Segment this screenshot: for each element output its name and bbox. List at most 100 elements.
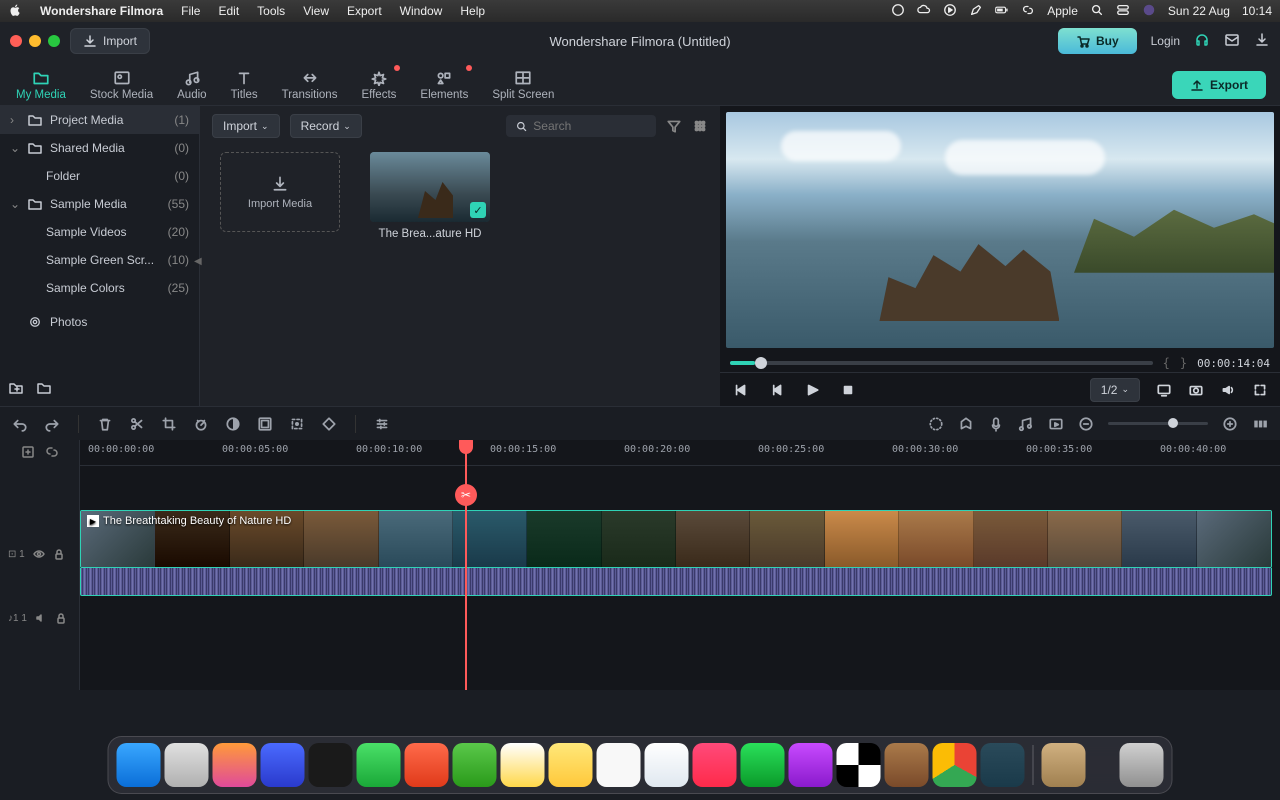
snapshot-icon[interactable] (1188, 382, 1204, 398)
tab-split-screen[interactable]: Split Screen (490, 66, 556, 105)
menu-file[interactable]: File (181, 4, 200, 18)
link-icon[interactable] (1021, 3, 1035, 20)
login-link[interactable]: Login (1151, 34, 1180, 48)
timeline-audio-clip[interactable] (80, 568, 1272, 596)
menu-tools[interactable]: Tools (257, 4, 285, 18)
eye-icon[interactable] (33, 548, 45, 560)
add-track-icon[interactable] (21, 445, 35, 462)
sidebar-item-shared-media[interactable]: ⌄Shared Media(0) (0, 134, 199, 162)
sidebar-item-sample-media[interactable]: ⌄Sample Media(55) (0, 190, 199, 218)
dock-app-libreoffice[interactable] (597, 743, 641, 787)
preview-viewport[interactable] (726, 112, 1274, 348)
menubar-time[interactable]: 10:14 (1242, 4, 1272, 18)
menu-window[interactable]: Window (400, 4, 443, 18)
control-center-icon[interactable] (1116, 3, 1130, 20)
dock-app-launchpad[interactable] (165, 743, 209, 787)
dock-app-app3[interactable] (885, 743, 929, 787)
volume-icon[interactable] (1220, 382, 1236, 398)
tab-audio[interactable]: Audio (175, 66, 208, 105)
step-back-icon[interactable] (768, 382, 784, 398)
tab-titles[interactable]: Titles (229, 66, 260, 105)
buy-button[interactable]: Buy (1058, 28, 1137, 54)
fullscreen-icon[interactable] (1252, 382, 1268, 398)
apple-icon[interactable] (8, 3, 22, 20)
prev-frame-icon[interactable] (732, 382, 748, 398)
timeline-ruler[interactable]: 00:00:00:00 00:00:05:00 00:00:10:00 00:0… (80, 440, 1280, 466)
speed-selector[interactable]: 1/2 ⌄ (1090, 378, 1140, 402)
minimize-button[interactable] (29, 35, 41, 47)
menu-edit[interactable]: Edit (218, 4, 239, 18)
lock-icon[interactable] (53, 548, 65, 560)
voiceover-icon[interactable] (988, 416, 1004, 432)
siri-icon[interactable] (1142, 3, 1156, 20)
link-tracks-icon[interactable] (45, 445, 59, 462)
sidebar-item-photos[interactable]: Photos (0, 308, 199, 336)
headset-icon[interactable] (1194, 32, 1210, 51)
zoom-slider[interactable] (1108, 422, 1208, 425)
adjust-icon[interactable] (374, 416, 390, 432)
playhead-handle[interactable] (459, 440, 473, 454)
dock-app-terminal[interactable] (309, 743, 353, 787)
greenscreen-icon[interactable] (257, 416, 273, 432)
scissors-icon[interactable]: ✂ (455, 484, 477, 506)
account-menu[interactable]: Apple (1047, 4, 1078, 18)
import-button[interactable]: Import (70, 28, 150, 54)
dock-trash[interactable] (1120, 743, 1164, 787)
spotlight-icon[interactable] (1090, 3, 1104, 20)
stylus-icon[interactable] (969, 3, 983, 20)
zoom-fit-icon[interactable] (1252, 416, 1268, 432)
split-icon[interactable] (129, 416, 145, 432)
dock-app-app2[interactable] (837, 743, 881, 787)
dock-app-whatsapp[interactable] (357, 743, 401, 787)
filter-icon[interactable] (666, 118, 682, 134)
tab-my-media[interactable]: My Media (14, 66, 68, 105)
crop-icon[interactable] (161, 416, 177, 432)
audio-mixer-icon[interactable] (1018, 416, 1034, 432)
maximize-button[interactable] (48, 35, 60, 47)
app-name[interactable]: Wondershare Filmora (40, 4, 163, 18)
sidebar-item-sample-videos[interactable]: Sample Videos(20) (0, 218, 199, 246)
dock-app-notes[interactable] (501, 743, 545, 787)
audio-track-head[interactable]: ♪1 1 (0, 598, 80, 638)
play-icon[interactable] (804, 382, 820, 398)
tab-elements[interactable]: Elements (418, 66, 470, 105)
download-icon[interactable] (1254, 32, 1270, 51)
dock-app-mail[interactable] (645, 743, 689, 787)
sidebar-item-sample-greenscreen[interactable]: Sample Green Scr...(10) (0, 246, 199, 274)
stop-icon[interactable] (840, 382, 856, 398)
dock-app-evernote[interactable] (453, 743, 497, 787)
dock-app-stickies[interactable] (549, 743, 593, 787)
tab-transitions[interactable]: Transitions (280, 66, 340, 105)
color-icon[interactable] (225, 416, 241, 432)
playhead[interactable]: ✂ (465, 440, 467, 690)
close-button[interactable] (10, 35, 22, 47)
import-media-card[interactable]: Import Media (220, 152, 340, 232)
dock-app-podcasts[interactable] (789, 743, 833, 787)
search-field[interactable] (506, 115, 656, 137)
collapse-handle-icon[interactable]: ◀ (194, 256, 202, 267)
message-icon[interactable] (1224, 32, 1240, 51)
video-track-head[interactable]: ⊡ 1 (0, 510, 80, 598)
battery-icon[interactable] (995, 3, 1009, 20)
grid-view-icon[interactable] (692, 118, 708, 134)
sidebar-item-folder[interactable]: Folder(0) (0, 162, 199, 190)
sidebar-item-project-media[interactable]: ›Project Media(1) (0, 106, 199, 134)
timeline-clip[interactable]: ▶The Breathtaking Beauty of Nature HD (80, 510, 1272, 568)
record-dropdown[interactable]: Record ⌄ (290, 114, 362, 138)
dock-app-finder[interactable] (117, 743, 161, 787)
display-icon[interactable] (1156, 382, 1172, 398)
in-brace[interactable]: { (1163, 356, 1170, 370)
menu-export[interactable]: Export (347, 4, 382, 18)
undo-icon[interactable] (12, 416, 28, 432)
scrub-track[interactable] (730, 361, 1153, 365)
menu-view[interactable]: View (303, 4, 329, 18)
export-button[interactable]: Export (1172, 71, 1266, 99)
cloud-icon[interactable] (917, 3, 931, 20)
dock-app-spotify[interactable] (741, 743, 785, 787)
zoom-in-icon[interactable] (1222, 416, 1238, 432)
speaker-icon[interactable] (35, 612, 47, 624)
lock-icon[interactable] (55, 612, 67, 624)
tab-stock-media[interactable]: Stock Media (88, 66, 155, 105)
zoom-knob[interactable] (1168, 418, 1178, 428)
play-record-icon[interactable] (943, 3, 957, 20)
